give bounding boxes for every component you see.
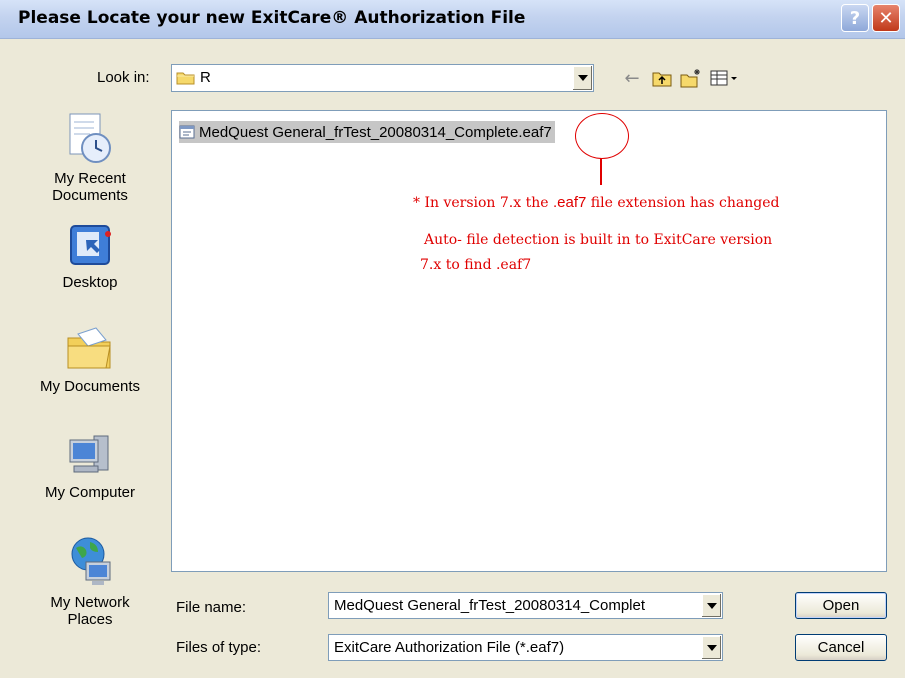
annotation-line-1: * In version 7.x the .eaf7 file extensio… bbox=[413, 194, 779, 211]
chevron-down-icon[interactable] bbox=[572, 66, 592, 90]
help-button[interactable]: ? bbox=[841, 4, 869, 32]
place-label-computer: My Computer bbox=[44, 484, 136, 501]
my-documents-icon bbox=[67, 327, 111, 369]
view-menu-icon[interactable] bbox=[710, 68, 738, 88]
file-name-text: MedQuest General_frTest_20080314_Complet… bbox=[199, 123, 552, 141]
recent-documents-icon bbox=[69, 113, 111, 163]
file-item[interactable]: MedQuest General_frTest_20080314_Complet… bbox=[179, 121, 555, 143]
file-list[interactable]: MedQuest General_frTest_20080314_Complet… bbox=[171, 110, 887, 572]
close-button[interactable]: ✕ bbox=[872, 4, 900, 32]
desktop-icon bbox=[70, 225, 111, 265]
chevron-down-icon[interactable] bbox=[701, 636, 721, 659]
place-my-recent-documents[interactable]: My Recent Documents bbox=[17, 110, 163, 204]
my-computer-icon bbox=[69, 435, 109, 473]
file-open-dialog: Please Locate your new ExitCare® Authori… bbox=[0, 0, 905, 678]
file-name-value: MedQuest General_frTest_20080314_Complet bbox=[334, 597, 646, 614]
place-my-documents[interactable]: My Documents bbox=[17, 324, 163, 395]
folder-up-icon bbox=[652, 72, 672, 87]
files-of-type-label: Files of type: bbox=[176, 639, 262, 656]
places-bar: My Recent Documents Desktop My Documents bbox=[17, 104, 163, 644]
annotation-prefix: * In version 7.x the bbox=[413, 195, 553, 211]
files-of-type-value: ExitCare Authorization File (*.eaf7) bbox=[334, 639, 565, 656]
open-button[interactable]: Open bbox=[795, 592, 887, 619]
new-folder-icon[interactable] bbox=[680, 68, 702, 88]
annotation-circle bbox=[575, 113, 629, 159]
place-label-recent: My Recent Documents bbox=[52, 170, 128, 204]
back-glyph: ← bbox=[624, 67, 640, 89]
place-my-network-places[interactable]: My Network Places bbox=[17, 534, 163, 628]
look-in-label: Look in: bbox=[97, 69, 150, 86]
up-one-level-icon[interactable] bbox=[651, 68, 673, 88]
file-name-label: File name: bbox=[176, 599, 247, 616]
view-list-icon bbox=[710, 70, 737, 86]
place-desktop[interactable]: Desktop bbox=[17, 220, 163, 291]
window-title: Please Locate your new ExitCare® Authori… bbox=[18, 8, 526, 28]
new-folder-star-icon bbox=[680, 69, 700, 88]
look-in-value: R bbox=[200, 69, 211, 86]
back-icon[interactable]: ← bbox=[621, 67, 643, 89]
file-icon bbox=[179, 125, 195, 139]
place-label-network: My Network Places bbox=[50, 594, 130, 628]
place-label-documents: My Documents bbox=[39, 378, 141, 395]
annotation-extension: .eaf7 bbox=[552, 194, 587, 211]
annotation-line-3: 7.x to find .eaf7 bbox=[420, 257, 532, 273]
annotation-suffix: file extension has changed bbox=[586, 195, 780, 211]
file-name-input[interactable]: MedQuest General_frTest_20080314_Complet bbox=[328, 592, 723, 619]
cancel-button[interactable]: Cancel bbox=[795, 634, 887, 661]
look-in-dropdown[interactable]: R bbox=[171, 64, 594, 92]
place-label-desktop: Desktop bbox=[62, 274, 118, 291]
folder-icon bbox=[176, 72, 195, 85]
network-places-icon bbox=[71, 537, 111, 585]
chevron-down-icon[interactable] bbox=[701, 594, 721, 617]
annotation-line-2: Auto- file detection is built in to Exit… bbox=[424, 232, 773, 248]
annotation-line bbox=[600, 158, 602, 185]
title-bar[interactable]: Please Locate your new ExitCare® Authori… bbox=[0, 0, 905, 39]
files-of-type-dropdown[interactable]: ExitCare Authorization File (*.eaf7) bbox=[328, 634, 723, 661]
place-my-computer[interactable]: My Computer bbox=[17, 430, 163, 501]
